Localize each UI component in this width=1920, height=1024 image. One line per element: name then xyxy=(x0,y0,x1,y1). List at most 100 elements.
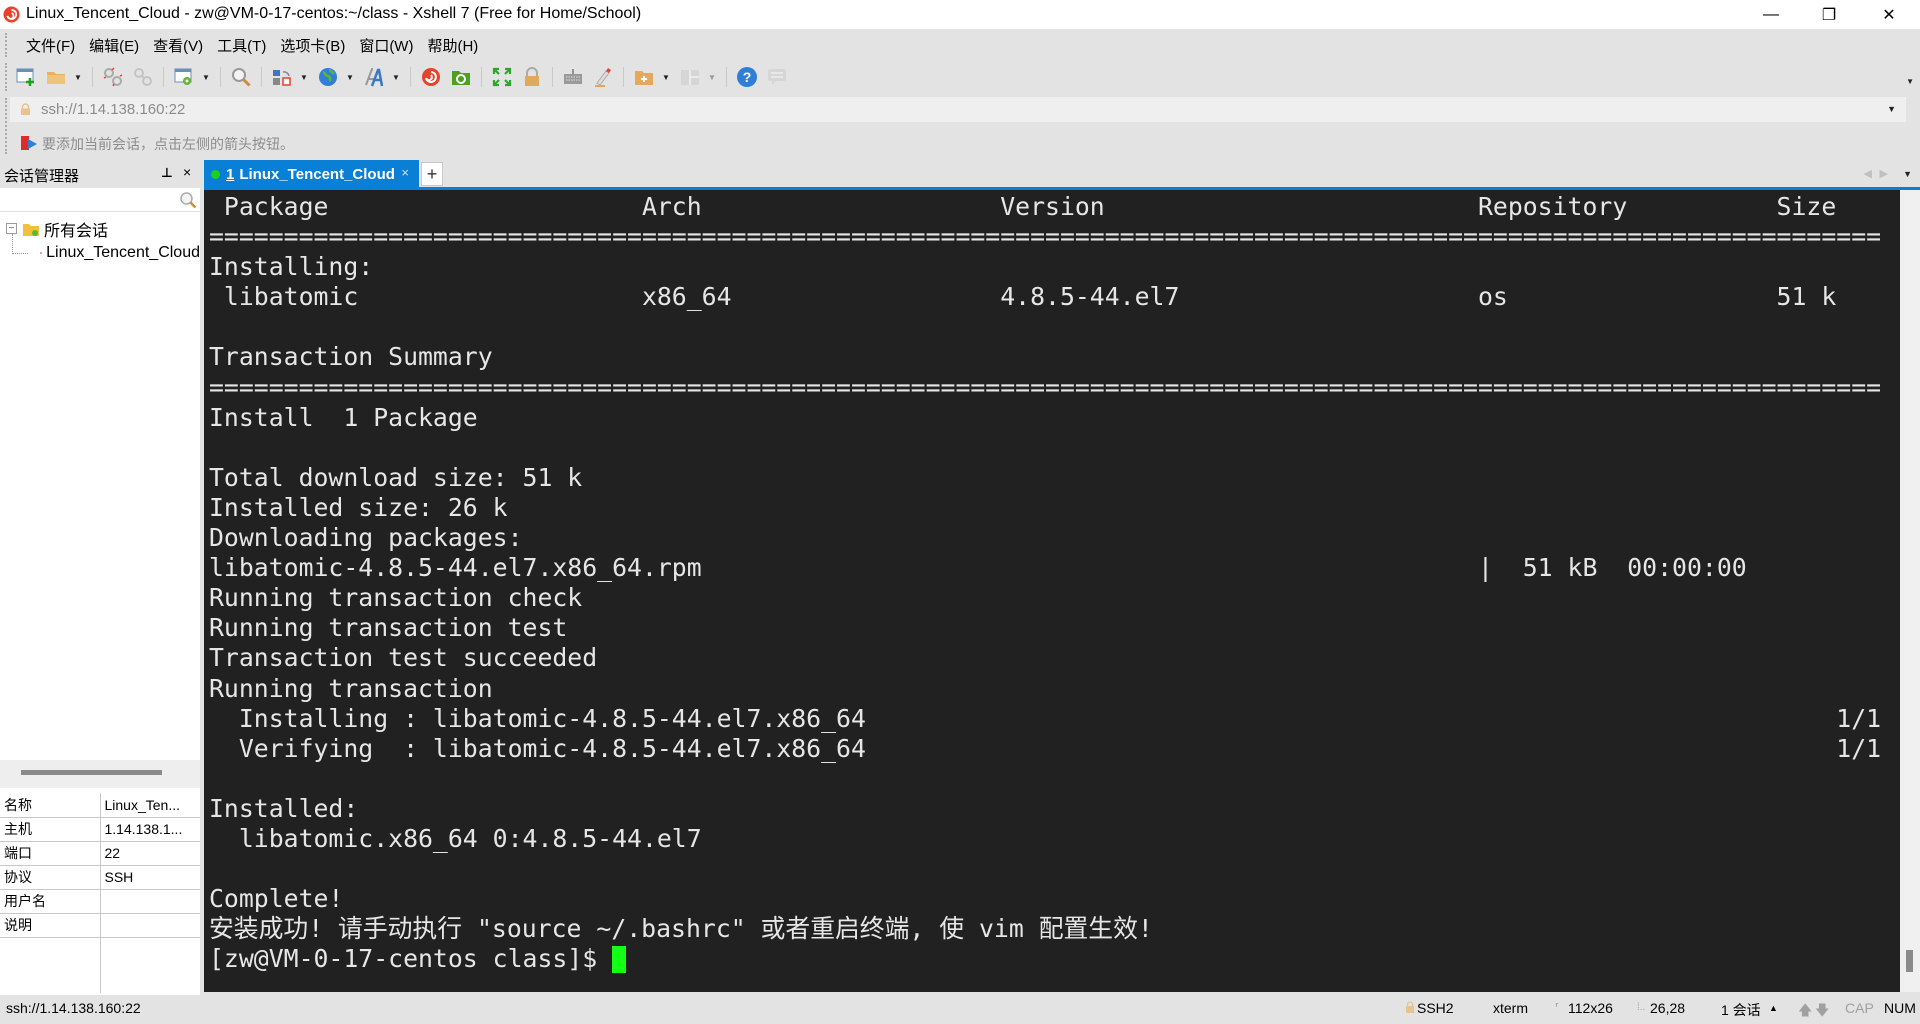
close-panel-icon[interactable]: × xyxy=(183,164,191,180)
property-value: Linux_Ten... xyxy=(100,793,200,817)
transfer-layout-icon xyxy=(271,66,293,88)
svg-text:?: ? xyxy=(743,69,752,85)
new-folder-icon xyxy=(633,66,655,88)
disconnect-button[interactable] xyxy=(101,65,125,89)
add-session-arrow-icon[interactable] xyxy=(20,135,38,151)
transfer-dropdown[interactable]: ▼ xyxy=(300,65,308,89)
new-tab-button[interactable]: + xyxy=(421,162,443,186)
collapse-icon[interactable]: − xyxy=(6,223,17,234)
toolbar-separator xyxy=(410,67,411,87)
properties-dropdown[interactable]: ▼ xyxy=(202,65,210,89)
property-value: 22 xyxy=(100,841,200,865)
address-bar[interactable]: ssh://1.14.138.160:22 ▼ xyxy=(10,97,1906,122)
minimize-button[interactable]: — xyxy=(1742,0,1800,29)
tab-scroll-right-icon[interactable]: ▶ xyxy=(1880,167,1888,180)
close-button[interactable]: ✕ xyxy=(1860,0,1918,29)
highlight-button[interactable] xyxy=(591,65,615,89)
layout-dropdown[interactable]: ▼ xyxy=(708,65,716,89)
terminal-scrollbar[interactable] xyxy=(1900,190,1920,992)
font-dropdown[interactable]: ▼ xyxy=(392,65,400,89)
menu-edit[interactable]: 编辑(E) xyxy=(82,35,146,56)
pin-icon[interactable]: ⊥ xyxy=(161,165,173,181)
reconnect-icon xyxy=(132,66,154,88)
fullscreen-button[interactable] xyxy=(490,65,514,89)
lock-button[interactable] xyxy=(520,65,544,89)
session-properties-button[interactable] xyxy=(172,65,196,89)
xshell-button[interactable] xyxy=(419,65,443,89)
menu-window[interactable]: 窗口(W) xyxy=(352,35,420,56)
toolbar-separator xyxy=(163,67,164,87)
property-row: 名称Linux_Ten... xyxy=(0,793,200,817)
menu-tabs[interactable]: 选项卡(B) xyxy=(273,35,352,56)
window-title: Linux_Tencent_Cloud - zw@VM-0-17-centos:… xyxy=(26,5,641,23)
sessions-up-icon[interactable]: ▲ xyxy=(1769,1003,1778,1013)
layout-icon xyxy=(679,66,701,88)
tab-session[interactable]: 1 Linux_Tencent_Cloud × xyxy=(204,160,419,188)
layout-button[interactable] xyxy=(678,65,702,89)
help-button[interactable]: ? xyxy=(735,65,759,89)
address-input[interactable]: ssh://1.14.138.160:22 xyxy=(41,101,185,118)
xftp-button[interactable] xyxy=(449,65,473,89)
terminal[interactable]: Package Arch Version Repository Size ===… xyxy=(204,190,1900,992)
menu-tools[interactable]: 工具(T) xyxy=(210,35,273,56)
hint-bar: 要添加当前会话，点击左侧的箭头按钮。 xyxy=(10,130,1910,156)
grip-handle[interactable] xyxy=(5,33,7,57)
new-folder-button[interactable] xyxy=(632,65,656,89)
reconnect-button[interactable] xyxy=(131,65,155,89)
session-search-input[interactable] xyxy=(0,188,200,212)
keyboard-button[interactable] xyxy=(561,65,585,89)
menu-help[interactable]: 帮助(H) xyxy=(420,35,485,56)
properties-splitter[interactable] xyxy=(0,760,200,788)
tab-close-icon[interactable]: × xyxy=(401,165,409,180)
disconnect-icon xyxy=(102,66,124,88)
globe-button[interactable] xyxy=(316,65,340,89)
find-button[interactable] xyxy=(229,65,253,89)
menu-view[interactable]: 查看(V) xyxy=(146,35,210,56)
new-folder-dropdown[interactable]: ▼ xyxy=(662,65,670,89)
menu-file[interactable]: 文件(F) xyxy=(19,35,82,56)
restore-button[interactable]: ❐ xyxy=(1800,0,1858,29)
open-dropdown[interactable]: ▼ xyxy=(74,65,82,89)
status-size: 112x26 xyxy=(1568,1000,1613,1016)
status-address: ssh://1.14.138.160:22 xyxy=(6,1000,141,1016)
chat-button[interactable] xyxy=(765,65,789,89)
size-icon: ⸢ xyxy=(1555,1001,1559,1014)
grip-handle[interactable] xyxy=(5,63,7,91)
lock-icon xyxy=(521,66,543,88)
font-icon xyxy=(363,66,385,88)
new-session-button[interactable] xyxy=(14,65,38,89)
grip-handle[interactable] xyxy=(5,98,7,154)
property-key: 用户名 xyxy=(0,889,100,913)
toolbar-separator xyxy=(726,67,727,87)
restore-icon: ❐ xyxy=(1822,5,1836,25)
tree-connector xyxy=(12,234,28,254)
horizontal-scrollbar[interactable] xyxy=(21,770,162,775)
tab-list-dropdown-icon[interactable]: ▼ xyxy=(1903,169,1912,179)
search-icon[interactable] xyxy=(179,191,197,209)
shell-prompt: [zw@VM-0-17-centos class]$ xyxy=(209,944,612,973)
open-folder-icon xyxy=(45,66,67,88)
property-value xyxy=(100,913,200,937)
help-icon: ? xyxy=(736,66,758,88)
toolbar: ▼ ▼ ▼ ▼ ▼ xyxy=(0,59,1920,94)
tree-item-session[interactable]: Linux_Tencent_Cloud xyxy=(30,241,200,264)
globe-dropdown[interactable]: ▼ xyxy=(346,65,354,89)
property-value: 1.14.138.1... xyxy=(100,817,200,841)
status-terminal-type: xterm xyxy=(1493,1000,1528,1016)
globe-icon xyxy=(317,66,339,88)
toolbar-overflow-icon[interactable]: ▼ xyxy=(1906,77,1914,86)
session-properties-icon xyxy=(173,66,195,88)
tab-scroll-left-icon[interactable]: ◀ xyxy=(1864,167,1872,180)
cursor-position-icon: ⁞.. xyxy=(1637,1002,1645,1013)
toolbar-separator xyxy=(220,67,221,87)
lock-icon xyxy=(1405,1001,1415,1013)
font-button[interactable] xyxy=(362,65,386,89)
transfer-button[interactable] xyxy=(270,65,294,89)
scrollbar-thumb[interactable] xyxy=(1906,950,1913,972)
status-sessions[interactable]: 1 会话 xyxy=(1721,1000,1761,1020)
property-key: 端口 xyxy=(0,841,100,865)
property-row: 说明 xyxy=(0,913,200,937)
open-button[interactable] xyxy=(44,65,68,89)
address-dropdown-icon[interactable]: ▼ xyxy=(1887,104,1896,114)
caps-lock-indicator: CAP xyxy=(1845,1000,1874,1016)
